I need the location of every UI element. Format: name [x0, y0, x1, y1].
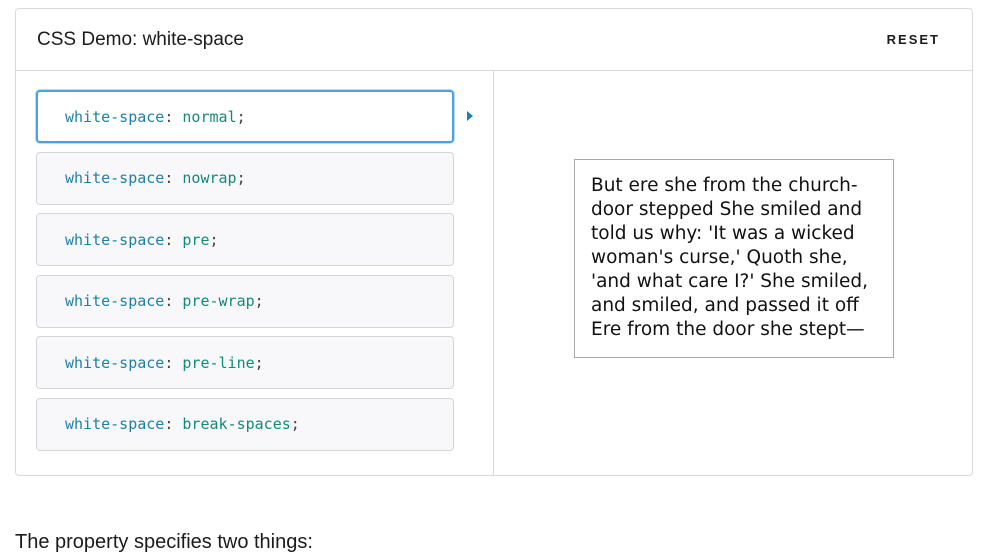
choice-value: normal	[182, 107, 237, 126]
reset-button[interactable]: RESET	[887, 32, 940, 47]
css-demo-panel: CSS Demo: white-space RESET white-space:…	[15, 8, 973, 476]
choice-value: pre-wrap	[182, 292, 255, 310]
choice-pre[interactable]: white-space: pre;	[36, 213, 454, 266]
output-example-text: But ere she from the church-door stepped…	[574, 159, 894, 358]
choice-pre-line[interactable]: white-space: pre-line;	[36, 336, 454, 389]
choice-property: white-space	[65, 107, 165, 126]
choice-value: pre-line	[182, 353, 255, 372]
choice-normal[interactable]: white-space: normal;	[36, 90, 454, 143]
output-area: But ere she from the church-door stepped…	[495, 71, 974, 475]
choices-list: white-space: normal; white-space: nowrap…	[16, 71, 494, 475]
choice-property: white-space	[65, 415, 165, 433]
choice-pre-wrap[interactable]: white-space: pre-wrap;	[36, 274, 454, 328]
choice-property: white-space	[65, 169, 165, 187]
choice-value: break-spaces	[182, 415, 291, 433]
choice-value: nowrap	[182, 169, 237, 187]
choice-property: white-space	[65, 292, 165, 310]
choice-property: white-space	[65, 353, 165, 372]
demo-header: CSS Demo: white-space RESET	[16, 9, 972, 71]
choice-property: white-space	[65, 230, 165, 249]
choice-value: pre	[182, 230, 210, 249]
demo-body: white-space: normal; white-space: nowrap…	[16, 71, 972, 475]
demo-title: CSS Demo: white-space	[37, 28, 244, 50]
choice-nowrap[interactable]: white-space: nowrap;	[36, 151, 454, 205]
selected-arrow-icon	[467, 111, 473, 121]
choice-break-spaces[interactable]: white-space: break-spaces;	[36, 397, 454, 451]
body-paragraph: The property specifies two things:	[15, 531, 313, 553]
